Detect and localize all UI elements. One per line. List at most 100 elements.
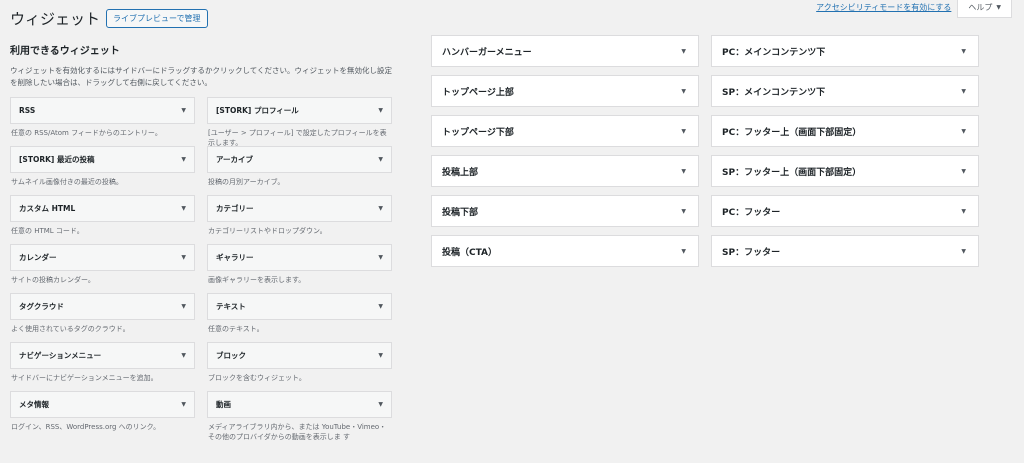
widget-title: [STORK] 最近の投稿 [19,155,95,164]
chevron-down-icon[interactable]: ▼ [961,88,966,95]
sidebar-area-title: 投稿下部 [442,207,479,218]
widget-title: カスタム HTML [19,204,76,213]
widget-title: アーカイブ [216,155,254,164]
chevron-down-icon[interactable]: ▼ [378,401,383,408]
live-preview-button[interactable]: ライブプレビューで管理 [106,9,208,28]
sidebar-area[interactable]: SP：メインコンテンツ下 ▼ [711,75,979,107]
chevron-down-icon[interactable]: ▼ [181,254,186,261]
sidebar-area-title: トップページ上部 [442,87,514,98]
widget-description: サムネイル画像付きの最近の投稿。 [11,178,123,186]
chevron-down-icon[interactable]: ▼ [681,128,686,135]
widget-title: [STORK] プロフィール [216,106,299,115]
widget-description: 画像ギャラリーを表示します。 [208,276,306,284]
widget-description: メディアライブラリ内から、または YouTube・Vimeo・その他のプロバイダ… [208,423,387,441]
available-widgets-description: ウィジェットを有効化するにはサイドバーにドラッグするかクリックしてください。ウィ… [10,66,393,87]
chevron-down-icon[interactable]: ▼ [181,352,186,359]
widget-description: 任意の RSS/Atom フィードからのエントリー。 [11,129,162,137]
widget-title-bar[interactable]: [STORK] 最近の投稿 ▼ [10,146,195,173]
widget-title: テキスト [216,302,246,311]
sidebar-area[interactable]: 投稿（CTA） ▼ [431,235,699,267]
chevron-down-icon[interactable]: ▼ [681,48,686,55]
widget-item: テキスト ▼ 任意のテキスト。 [207,293,392,342]
widget-item: アーカイブ ▼ 投稿の月別アーカイブ。 [207,146,392,195]
sidebar-area-title: 投稿（CTA） [442,247,498,258]
widget-description: 投稿の月別アーカイブ。 [208,178,285,186]
widget-description: 任意の HTML コード。 [11,227,84,235]
sidebar-areas: ハンバーガーメニュー ▼ PC：メインコンテンツ下 ▼ トップページ上部 ▼ SP：メインコ… [431,35,979,267]
widget-item: [STORK] 最近の投稿 ▼ サムネイル画像付きの最近の投稿。 [10,146,195,195]
widget-title-bar[interactable]: RSS ▼ [10,97,195,124]
widget-title: メタ情報 [19,400,49,409]
sidebar-area-title: SP：フッター上（画面下部固定） [722,167,862,178]
widget-title: ギャラリー [216,253,254,262]
sidebar-area-title: トップページ下部 [442,127,514,138]
widget-title-bar[interactable]: ナビゲーションメニュー ▼ [10,342,195,369]
widget-description: ブロックを含むウィジェット。 [208,374,306,382]
widget-description: サイドバーにナビゲーションメニューを追加。 [11,374,158,382]
widget-title-bar[interactable]: ブロック ▼ [207,342,392,369]
accessibility-mode-link[interactable]: アクセシビリティモードを有効にする [816,0,951,13]
widget-item: RSS ▼ 任意の RSS/Atom フィードからのエントリー。 [10,97,195,146]
chevron-down-icon[interactable]: ▼ [378,352,383,359]
widget-title-bar[interactable]: [STORK] プロフィール ▼ [207,97,392,124]
chevron-down-icon[interactable]: ▼ [181,401,186,408]
widget-item: タグクラウド ▼ よく使用されているタグのクラウド。 [10,293,195,342]
widget-description: よく使用されているタグのクラウド。 [11,325,130,333]
sidebar-area[interactable]: SP：フッター ▼ [711,235,979,267]
chevron-down-icon[interactable]: ▼ [378,107,383,114]
widget-title-bar[interactable]: テキスト ▼ [207,293,392,320]
widget-title-bar[interactable]: カテゴリー ▼ [207,195,392,222]
widget-title-bar[interactable]: アーカイブ ▼ [207,146,392,173]
sidebar-area-title: ハンバーガーメニュー [442,47,532,58]
chevron-down-icon[interactable]: ▼ [181,303,186,310]
sidebar-area-title: 投稿上部 [442,167,479,178]
sidebar-area[interactable]: トップページ上部 ▼ [431,75,699,107]
chevron-down-icon[interactable]: ▼ [378,156,383,163]
chevron-down-icon[interactable]: ▼ [961,168,966,175]
chevron-down-icon[interactable]: ▼ [961,208,966,215]
sidebar-area[interactable]: ハンバーガーメニュー ▼ [431,35,699,67]
sidebar-area[interactable]: トップページ下部 ▼ [431,115,699,147]
widget-description: 任意のテキスト。 [208,325,264,333]
chevron-down-icon[interactable]: ▼ [681,248,686,255]
chevron-down-icon[interactable]: ▼ [961,248,966,255]
widget-description: サイトの投稿カレンダー。 [11,276,95,284]
widget-description: [ユーザー > プロフィール] で設定したプロフィールを表示します。 [208,129,387,147]
widget-title-bar[interactable]: カレンダー ▼ [10,244,195,271]
widget-title: カレンダー [19,253,57,262]
chevron-down-icon[interactable]: ▼ [681,88,686,95]
widget-item: カテゴリー ▼ カテゴリーリストやドロップダウン。 [207,195,392,244]
widget-title-bar[interactable]: メタ情報 ▼ [10,391,195,418]
chevron-down-icon[interactable]: ▼ [378,254,383,261]
sidebar-area-title: SP：メインコンテンツ下 [722,87,826,98]
sidebar-area-title: SP：フッター [722,247,781,258]
widget-item: ナビゲーションメニュー ▼ サイドバーにナビゲーションメニューを追加。 [10,342,195,391]
chevron-down-icon[interactable]: ▼ [181,156,186,163]
widget-title-bar[interactable]: ギャラリー ▼ [207,244,392,271]
widget-title: ブロック [216,351,246,360]
chevron-down-icon[interactable]: ▼ [378,205,383,212]
sidebar-area[interactable]: 投稿上部 ▼ [431,155,699,187]
page-title: ウィジェット [10,10,101,28]
widget-title-bar[interactable]: 動画 ▼ [207,391,392,418]
help-tab-button[interactable]: ヘルプ ▼ [957,0,1012,18]
chevron-down-icon[interactable]: ▼ [961,48,966,55]
widget-title: 動画 [216,400,231,409]
chevron-down-icon[interactable]: ▼ [181,107,186,114]
widget-title: ナビゲーションメニュー [19,351,102,360]
chevron-down-icon[interactable]: ▼ [961,128,966,135]
sidebar-area[interactable]: PC：フッター上（画面下部固定） ▼ [711,115,979,147]
chevron-down-icon[interactable]: ▼ [181,205,186,212]
sidebar-area[interactable]: SP：フッター上（画面下部固定） ▼ [711,155,979,187]
widget-title-bar[interactable]: タグクラウド ▼ [10,293,195,320]
sidebar-area[interactable]: PC：フッター ▼ [711,195,979,227]
sidebar-area[interactable]: PC：メインコンテンツ下 ▼ [711,35,979,67]
chevron-down-icon[interactable]: ▼ [681,208,686,215]
sidebar-area[interactable]: 投稿下部 ▼ [431,195,699,227]
widget-item: [STORK] プロフィール ▼ [ユーザー > プロフィール] で設定したプロフィ… [207,97,392,147]
available-widgets-title: 利用できるウィジェット [10,46,120,57]
widget-title-bar[interactable]: カスタム HTML ▼ [10,195,195,222]
widget-description: ログイン、RSS、WordPress.org へのリンク。 [11,423,161,431]
chevron-down-icon[interactable]: ▼ [681,168,686,175]
chevron-down-icon[interactable]: ▼ [378,303,383,310]
